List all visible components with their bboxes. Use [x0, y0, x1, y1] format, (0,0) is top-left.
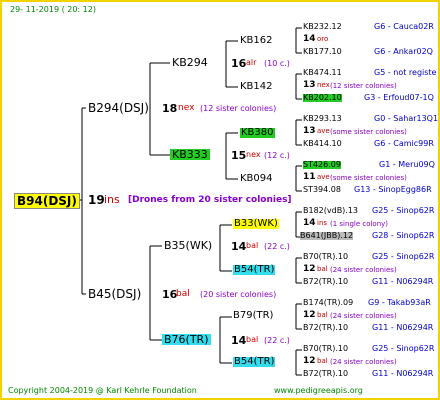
gen3-note-3: (some sister colonies) — [330, 128, 407, 136]
gen4-name-1[interactable]: KB232.12 — [303, 23, 342, 31]
gen2-note-4: (22 c.) — [264, 336, 290, 345]
gen2-year-4: 14 — [231, 334, 247, 347]
gen3-note-4: (some sister colonies) — [330, 174, 407, 182]
gen3-note-2: (12 sister colonies) — [330, 82, 397, 90]
gen4-ref-8: G13 - SinopEgg86R — [354, 185, 432, 194]
gen2-name-2[interactable]: KB333 — [170, 149, 210, 160]
gen3-year-1: 14 — [303, 34, 316, 44]
gen2-year-3: 14 — [231, 240, 247, 253]
gen4-name-3[interactable]: KB474.11 — [303, 69, 342, 77]
gen4-ref-10: G28 - Sinop62R — [372, 231, 435, 240]
gen4-ref-14: G11 - N06294R — [372, 323, 434, 332]
root-queen-name[interactable]: B94(DSJ) — [14, 193, 80, 209]
gen2-origin-3: bal — [246, 241, 259, 250]
gen3-name-2[interactable]: KB142 — [240, 82, 273, 92]
gen4-name-10[interactable]: B641(JBB).12 — [300, 232, 354, 240]
gen4-ref-3: G5 - not registe — [374, 68, 437, 77]
gen2-origin-2: nex — [246, 150, 261, 159]
gen4-ref-5: G0 - Sahar13Q1 — [374, 114, 439, 123]
gen2-note-2: (12 c.) — [264, 151, 290, 160]
gen4-name-13[interactable]: B174(TR).09 — [303, 299, 353, 307]
gen4-name-6[interactable]: KB414.10 — [303, 140, 342, 148]
gen4-name-5[interactable]: KB293.13 — [303, 115, 342, 123]
gen4-ref-12: G11 - N06294R — [372, 277, 434, 286]
pedigree-frame: 29- 11-2019 ( 20: 12) B94(DSJ) 19 ins [D… — [0, 0, 440, 400]
gen3-origin-5: ins — [317, 219, 328, 227]
gen2-note-3: (22 c.) — [264, 242, 290, 251]
gen4-name-2[interactable]: KB177.10 — [303, 48, 342, 56]
gen3-origin-1: oro — [317, 35, 329, 43]
gen4-name-8[interactable]: ST394.08 — [303, 186, 341, 194]
gen4-ref-1: G6 - Cauca02R — [374, 22, 434, 31]
gen3-name-8[interactable]: B54(TR) — [233, 357, 276, 367]
gen2-note-1: (10 c.) — [264, 59, 290, 68]
gen4-ref-6: G6 - Camic99R — [374, 139, 434, 148]
gen3-name-7[interactable]: B79(TR) — [233, 311, 273, 321]
gen4-name-15[interactable]: B70(TR).10 — [303, 345, 348, 353]
gen3-origin-2: nex — [317, 81, 330, 89]
gen2-name-1[interactable]: KB294 — [172, 57, 208, 68]
gen3-year-8: 12 — [303, 356, 316, 366]
gen2-year-2: 15 — [231, 149, 247, 162]
gen3-year-5: 14 — [303, 218, 316, 228]
gen3-note-6: (24 sister colonies) — [330, 266, 397, 274]
gen3-year-3: 13 — [303, 126, 316, 136]
gen4-name-11[interactable]: B70(TR).10 — [303, 253, 348, 261]
gen4-ref-13: G9 - Takab93aR — [368, 298, 431, 307]
gen3-origin-6: bal — [317, 265, 328, 273]
root-origin: ins — [104, 193, 120, 206]
gen4-ref-16: G11 - N06294R — [372, 369, 434, 378]
gen3-origin-4: ave — [317, 173, 330, 181]
gen4-ref-9: G25 - Sinop62R — [372, 206, 435, 215]
gen4-ref-4: G3 - Erfoud07-1Q — [364, 93, 434, 102]
gen3-name-4[interactable]: KB094 — [240, 174, 273, 184]
sire-name[interactable]: B294(DSJ) — [88, 102, 149, 114]
header-date: 29- 11-2019 ( 20: 12) — [10, 5, 96, 14]
footer-copyright: Copyright 2004-2019 @ Karl Kehrle Founda… — [8, 386, 197, 395]
gen2-origin-4: bal — [246, 335, 259, 344]
gen3-year-6: 12 — [303, 264, 316, 274]
gen3-name-6[interactable]: B54(TR) — [233, 265, 276, 275]
gen2-name-4[interactable]: B76(TR) — [162, 334, 211, 345]
gen3-name-3[interactable]: KB380 — [240, 128, 275, 138]
root-year: 19 — [88, 193, 105, 207]
dam-origin: bal — [176, 289, 190, 299]
gen4-ref-15: G25 - Sinop62R — [372, 344, 435, 353]
gen3-year-4: 11 — [303, 172, 316, 182]
gen4-name-12[interactable]: B72(TR).10 — [303, 278, 348, 286]
gen3-origin-8: bal — [317, 357, 328, 365]
gen3-name-5[interactable]: B33(WK) — [233, 219, 279, 229]
dam-name[interactable]: B45(DSJ) — [88, 288, 141, 300]
gen4-ref-2: G6 - Ankar02Q — [374, 47, 433, 56]
gen4-ref-11: G25 - Sinop62R — [372, 252, 435, 261]
gen4-name-7[interactable]: ST426.09 — [303, 161, 341, 169]
gen4-name-14[interactable]: B72(TR).10 — [303, 324, 348, 332]
gen2-year-1: 16 — [231, 57, 247, 70]
sire-note: (12 sister colonies) — [200, 104, 277, 113]
gen3-origin-3: ave — [317, 127, 330, 135]
footer-website-link[interactable]: www.pedigreeapis.org — [274, 387, 363, 395]
gen2-name-3[interactable]: B35(WK) — [164, 240, 212, 251]
gen3-year-7: 12 — [303, 310, 316, 320]
sire-year: 18 — [162, 102, 178, 115]
gen3-note-8: (24 sister colonies) — [330, 358, 397, 366]
gen3-year-2: 13 — [303, 80, 316, 90]
gen4-name-16[interactable]: B72(TR).10 — [303, 370, 348, 378]
gen2-origin-1: alr — [246, 58, 257, 67]
dam-note: (20 sister colonies) — [200, 290, 277, 299]
gen3-note-5: (1 single colony) — [330, 220, 389, 228]
sire-origin: nex — [178, 103, 195, 113]
gen3-origin-7: bal — [317, 311, 328, 319]
gen3-name-1[interactable]: KB162 — [240, 36, 273, 46]
gen4-name-4[interactable]: KB202.10 — [303, 94, 342, 102]
root-note: [Drones from 20 sister colonies] — [128, 195, 292, 205]
gen3-note-7: (24 sister colonies) — [330, 312, 397, 320]
gen4-ref-7: G1 - Meru09Q — [379, 160, 435, 169]
gen4-name-9[interactable]: B182(vdB).13 — [303, 207, 358, 215]
